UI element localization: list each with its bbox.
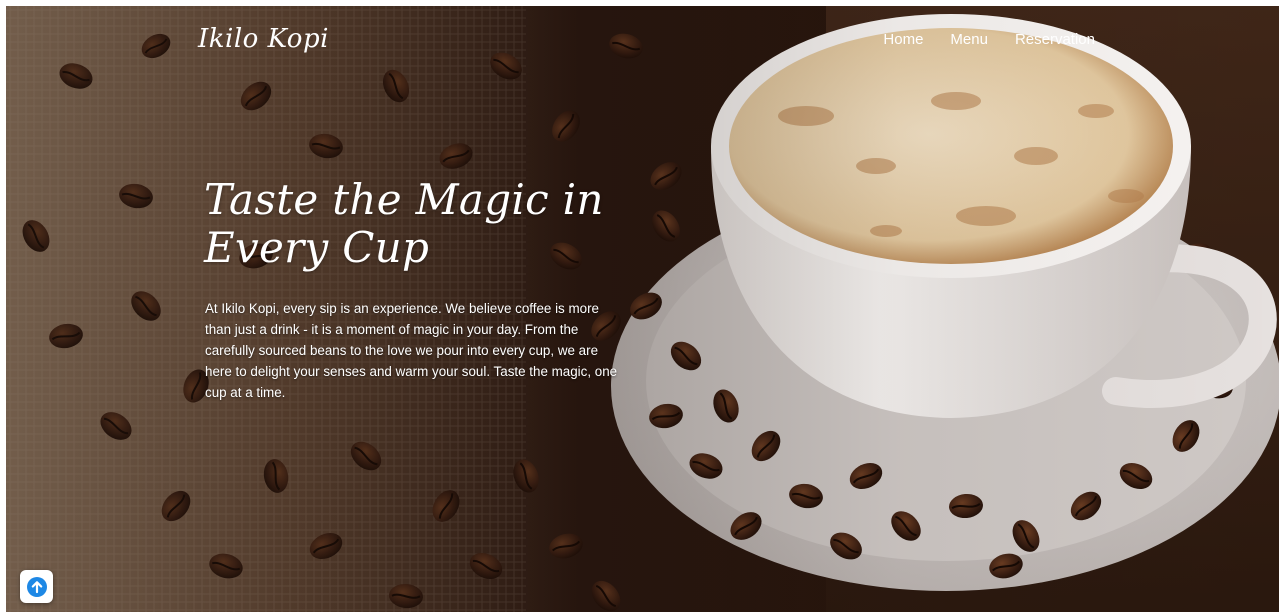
hero-section: Ikilo Kopi Home Menu Reservation Taste t…: [6, 6, 1279, 612]
background-overlay: [6, 6, 1279, 612]
nav-item-home[interactable]: Home: [883, 31, 923, 48]
hero-description: At Ikilo Kopi, every sip is an experienc…: [205, 301, 618, 400]
nav-item-menu[interactable]: Menu: [950, 31, 988, 48]
brand-logo[interactable]: Ikilo Kopi: [198, 24, 329, 54]
arrow-up-circle-icon: [26, 576, 47, 597]
hero-headline: Taste the Magic in Every Cup: [204, 175, 604, 272]
main-nav: Home Menu Reservation: [883, 31, 1095, 48]
scroll-to-top-button[interactable]: [20, 570, 53, 603]
nav-item-reservation[interactable]: Reservation: [1015, 31, 1095, 48]
